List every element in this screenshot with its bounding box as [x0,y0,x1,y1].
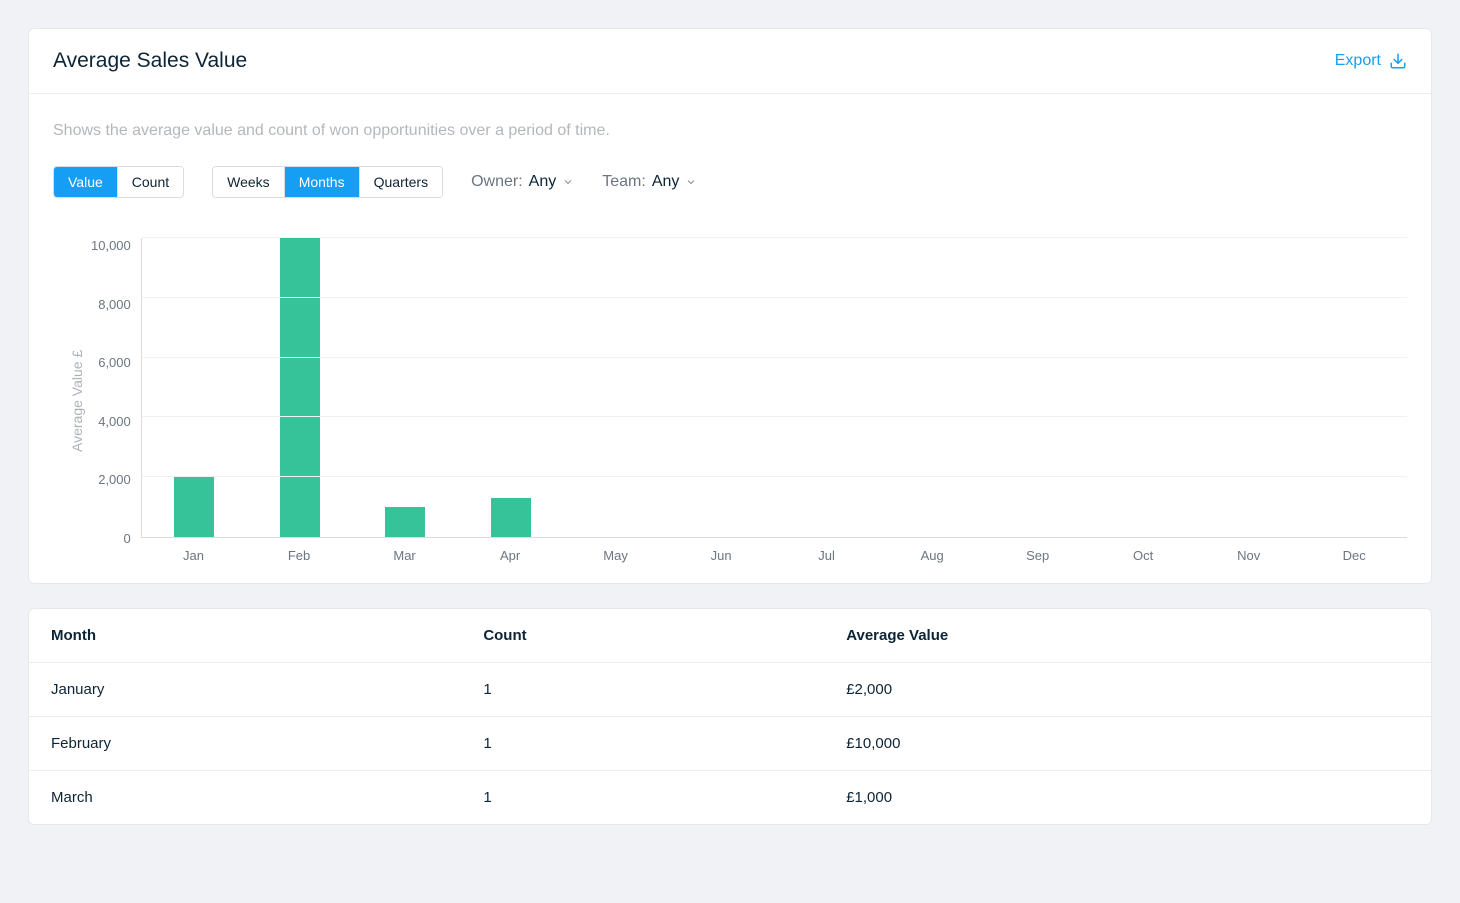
owner-filter[interactable]: Owner: Any [471,173,574,191]
metric-option-value[interactable]: Value [54,167,118,197]
team-filter[interactable]: Team: Any [602,173,697,191]
metric-option-count[interactable]: Count [118,167,183,197]
cell-month: February [29,717,461,771]
x-tick-label: Dec [1301,548,1407,563]
data-table-card: Month Count Average Value January1£2,000… [28,608,1432,825]
bar-feb[interactable] [280,238,320,537]
y-tick-label: 0 [124,531,131,546]
bar-slot [142,238,247,537]
x-tick-label: Jun [668,548,774,563]
gridline [142,237,1407,238]
owner-filter-label: Owner: [471,173,523,191]
chart-plot: JanFebMarAprMayJunJulAugSepOctNovDec [141,238,1407,563]
page-title: Average Sales Value [53,49,247,73]
cell-month: January [29,663,461,717]
data-table: Month Count Average Value January1£2,000… [29,609,1431,824]
period-toggle: WeeksMonthsQuarters [212,166,443,198]
col-avg: Average Value [824,609,1431,663]
table-row: March1£1,000 [29,771,1431,825]
y-axis-ticks: 10,000 8,000 6,000 4,000 2,000 0 [91,238,141,546]
plot-area [141,238,1407,538]
bar-slot [880,238,985,537]
bar-slot [247,238,352,537]
bar-slot [1091,238,1196,537]
export-button[interactable]: Export [1335,52,1407,70]
col-count: Count [461,609,824,663]
bar-slot [353,238,458,537]
export-label: Export [1335,52,1381,70]
period-option-months[interactable]: Months [285,167,360,197]
cell-count: 1 [461,663,824,717]
y-tick-label: 10,000 [91,238,131,253]
bar-slot [1196,238,1301,537]
metric-toggle: ValueCount [53,166,184,198]
report-card: Average Sales Value Export Shows the ave… [28,28,1432,584]
y-tick-label: 4,000 [98,414,131,429]
download-icon [1389,52,1407,70]
bar-slot [774,238,879,537]
table-row: January1£2,000 [29,663,1431,717]
period-option-weeks[interactable]: Weeks [213,167,285,197]
x-tick-label: Apr [457,548,563,563]
bar-slot [1302,238,1407,537]
bar-apr[interactable] [491,498,531,537]
x-tick-label: Jul [774,548,880,563]
team-filter-value: Any [652,173,680,191]
cell-avg: £1,000 [824,771,1431,825]
cell-count: 1 [461,771,824,825]
bar-slot [985,238,1090,537]
x-tick-label: Jan [141,548,247,563]
x-tick-label: Sep [985,548,1091,563]
period-option-quarters[interactable]: Quarters [360,167,442,197]
cell-month: March [29,771,461,825]
y-tick-label: 8,000 [98,297,131,312]
x-tick-label: May [563,548,669,563]
cell-count: 1 [461,717,824,771]
gridline [142,476,1407,477]
card-header: Average Sales Value Export [29,29,1431,94]
chevron-down-icon [562,176,574,188]
x-tick-label: Mar [352,548,458,563]
team-filter-label: Team: [602,173,646,191]
gridline [142,297,1407,298]
x-tick-label: Feb [246,548,352,563]
owner-filter-value: Any [529,173,557,191]
x-tick-label: Aug [879,548,985,563]
cell-avg: £10,000 [824,717,1431,771]
bar-mar[interactable] [385,507,425,537]
bar-jan[interactable] [174,477,214,537]
table-row: February1£10,000 [29,717,1431,771]
col-month: Month [29,609,461,663]
cell-avg: £2,000 [824,663,1431,717]
x-tick-label: Nov [1196,548,1302,563]
chart: Average Value £ 10,000 8,000 6,000 4,000 2,0… [53,238,1407,563]
bar-slot [458,238,563,537]
bars-container [142,238,1407,537]
x-axis-ticks: JanFebMarAprMayJunJulAugSepOctNovDec [141,548,1407,563]
y-tick-label: 2,000 [98,472,131,487]
bar-slot [669,238,774,537]
y-axis-label: Average Value £ [63,238,91,563]
report-description: Shows the average value and count of won… [53,122,1407,140]
gridline [142,416,1407,417]
chevron-down-icon [685,176,697,188]
card-body: Shows the average value and count of won… [29,94,1431,583]
gridline [142,357,1407,358]
table-header-row: Month Count Average Value [29,609,1431,663]
x-tick-label: Oct [1090,548,1196,563]
bar-slot [564,238,669,537]
controls-row: ValueCount WeeksMonthsQuarters Owner: An… [53,166,1407,198]
y-tick-label: 6,000 [98,355,131,370]
